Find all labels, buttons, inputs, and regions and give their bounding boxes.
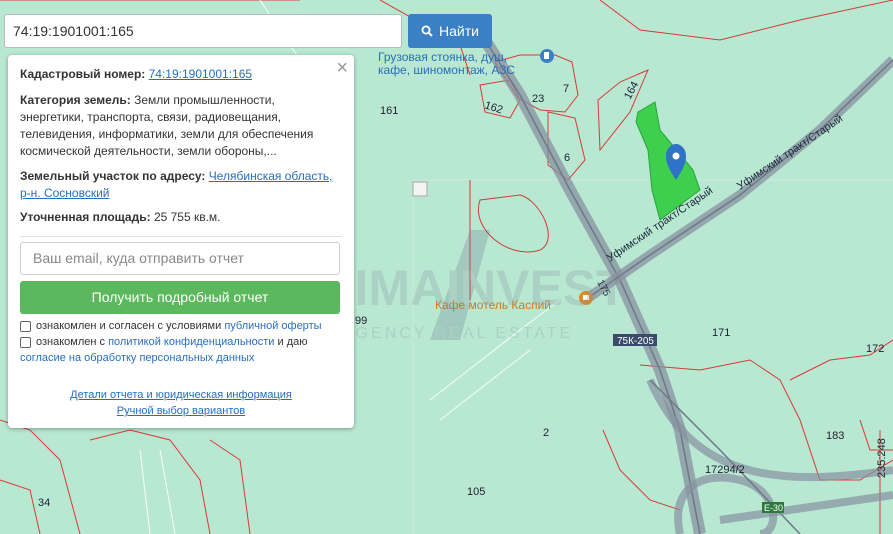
manual-selection-link[interactable]: Ручной выбор вариантов xyxy=(117,405,245,417)
search-icon xyxy=(421,25,433,37)
e-road-badge: Е-30 xyxy=(764,503,783,513)
category-label: Категория земель: xyxy=(20,93,131,107)
parcel-label-17294-2: 17294/2 xyxy=(705,464,745,476)
broken-image-icon xyxy=(412,181,428,197)
report-details-link[interactable]: Детали отчета и юридическая информация xyxy=(70,389,292,401)
privacy-consent-label-2: и даю xyxy=(277,336,308,348)
parcel-label-235-248: 235:248 xyxy=(876,438,888,478)
parcel-label-2: 2 xyxy=(543,427,549,439)
gas-station-poi-icon[interactable] xyxy=(540,49,554,63)
address-link-region[interactable]: Челябинская область, xyxy=(209,169,333,183)
parcel-label-6: 6 xyxy=(564,152,570,164)
offer-consent-checkbox[interactable] xyxy=(20,321,31,332)
category-text-3: телевидения, информатики, земли для обес… xyxy=(20,127,314,141)
category-text-1: Земли промышленности, xyxy=(134,93,275,107)
watermark-sub-text: AGENCY REAL ESTATE xyxy=(342,325,573,342)
parcel-label-105: 105 xyxy=(467,486,485,498)
privacy-policy-link[interactable]: политикой конфиденциальности xyxy=(108,336,274,348)
parcel-label-7: 7 xyxy=(563,83,569,95)
area-value: 25 755 кв.м. xyxy=(153,210,221,224)
address-label: Земельный участок по адресу: xyxy=(20,169,206,183)
privacy-consent-label: ознакомлен с xyxy=(36,336,106,348)
details-link-row: Детали отчета и юридическая информация xyxy=(8,389,354,401)
cadastral-row: Кадастровый номер: 74:19:1901001:165 xyxy=(20,66,342,83)
manual-link-row: Ручной выбор вариантов xyxy=(8,405,354,417)
area-label: Уточненная площадь: xyxy=(20,210,151,224)
personal-data-consent-link[interactable]: согласие на обработку персональных данны… xyxy=(20,352,254,364)
search-bar: 74:19:1901001:165 Найти xyxy=(4,14,492,48)
parcel-label-171: 171 xyxy=(712,327,730,339)
parcel-label-161: 161 xyxy=(380,105,398,117)
offer-consent-text: ознакомлен и согласен с условиями публич… xyxy=(36,318,346,335)
parcel-label-183: 183 xyxy=(826,430,844,442)
parcel-info-panel: × Кадастровый номер: 74:19:1901001:165 К… xyxy=(8,55,354,428)
address-row: Земельный участок по адресу: Челябинская… xyxy=(20,168,342,202)
parcel-label-34: 34 xyxy=(38,497,50,509)
category-text-4: космической деятельности, земли обороны,… xyxy=(20,144,277,158)
privacy-consent-text: ознакомлен с политикой конфиденциальност… xyxy=(36,334,346,351)
cadastral-label: Кадастровый номер: xyxy=(20,67,146,81)
search-button-label: Найти xyxy=(439,23,479,39)
offer-consent-label: ознакомлен и согласен с условиями xyxy=(36,320,222,332)
personal-data-row: согласие на обработку персональных данны… xyxy=(20,350,342,367)
divider xyxy=(20,236,342,237)
category-row: Категория земель: Земли промышленности, … xyxy=(20,92,342,160)
public-offer-link[interactable]: публичной оферты xyxy=(224,320,321,332)
get-report-button[interactable]: Получить подробный отчет xyxy=(20,281,340,314)
poi-truck-stop-line2: кафе, шиномонтаж, АЗС xyxy=(378,63,515,77)
category-text-2: энергетики, транспорта, связи, радиовеща… xyxy=(20,110,282,124)
privacy-consent-checkbox[interactable] xyxy=(20,337,31,348)
search-input[interactable]: 74:19:1901001:165 xyxy=(4,14,402,48)
road-code-badge: 75К-205 xyxy=(617,336,654,347)
poi-truck-stop-line1: Грузовая стоянка, душ, xyxy=(378,50,507,64)
parcel-label-172: 172 xyxy=(866,343,884,355)
area-row: Уточненная площадь: 25 755 кв.м. xyxy=(20,209,342,226)
parcel-label-23: 23 xyxy=(532,93,544,105)
cadastral-number-link[interactable]: 74:19:1901001:165 xyxy=(149,67,252,81)
address-link-district[interactable]: р-н. Сосновский xyxy=(20,186,110,200)
email-field[interactable]: Ваш email, куда отправить отчет xyxy=(20,242,340,275)
search-button[interactable]: Найти xyxy=(408,14,492,48)
